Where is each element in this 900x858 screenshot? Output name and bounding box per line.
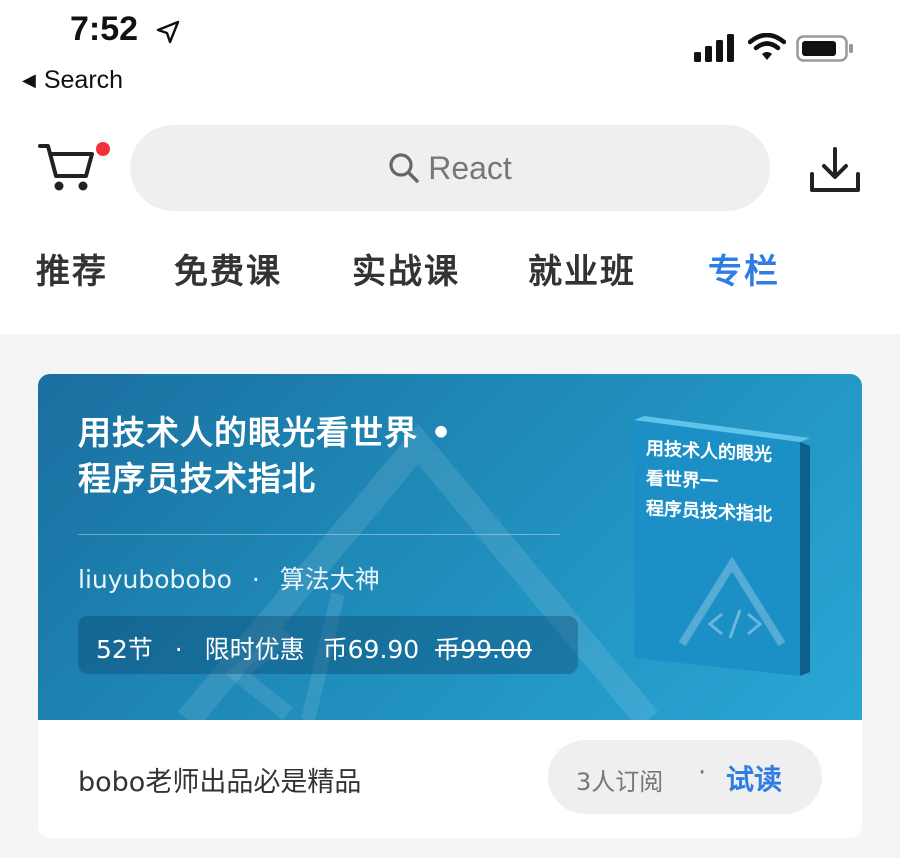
status-bar: 7:52 ◀ Search: [0, 0, 900, 110]
card-slogan: bobo老师出品必是精品: [78, 767, 362, 798]
category-tabs: 推荐 免费课 实战课 就业班 专栏: [0, 244, 900, 308]
action-separator: ·: [698, 758, 707, 788]
lesson-count: 52节: [96, 635, 153, 664]
battery-icon: [796, 35, 853, 62]
column-banner[interactable]: 用技术人的眼光看世界 • 程序员技术指北 liuyubobobo · 算法大神 …: [38, 374, 862, 720]
subscribe-pill: 3人订阅 · 试读: [548, 740, 822, 814]
shopping-cart-icon[interactable]: [38, 140, 98, 194]
card-footer: bobo老师出品必是精品 3人订阅 · 试读: [38, 720, 862, 838]
back-triangle-icon: ◀: [22, 70, 36, 90]
banner-title-line-2: 程序员技术指北: [78, 459, 316, 498]
download-icon[interactable]: [808, 146, 862, 194]
cellular-signal-icon: [694, 34, 734, 62]
price-original: 币99.00: [435, 635, 532, 664]
price-pill: 52节 · 限时优惠 币69.90 币99.00: [78, 616, 578, 674]
subscriber-count: 3人订阅: [576, 768, 664, 796]
back-to-search-link[interactable]: ◀ Search: [22, 66, 123, 95]
banner-divider: [78, 534, 560, 535]
tab-columns[interactable]: 专栏: [708, 244, 780, 293]
back-label: Search: [43, 66, 124, 94]
column-card[interactable]: 用技术人的眼光看世界 • 程序员技术指北 liuyubobobo · 算法大神 …: [38, 374, 862, 838]
tab-practical-courses[interactable]: 实战课: [352, 244, 460, 293]
status-time: 7:52: [70, 10, 139, 48]
promo-separator: ·: [174, 635, 183, 664]
tab-recommended[interactable]: 推荐: [36, 244, 108, 293]
author-name: liuyubobobo: [78, 565, 232, 594]
cart-badge: [96, 142, 110, 156]
wifi-icon: [748, 33, 786, 60]
search-icon: [389, 153, 419, 183]
book-cover-title: 用技术人的眼光 看世界一 程序员技术指北: [646, 434, 796, 532]
author-line: liuyubobobo · 算法大神: [78, 560, 380, 596]
search-input[interactable]: React: [130, 125, 770, 211]
promo-label: 限时优惠: [204, 635, 305, 664]
try-read-button[interactable]: 试读: [726, 758, 782, 798]
banner-title-line-1: 用技术人的眼光看世界 •: [78, 413, 453, 452]
author-separator: ·: [251, 565, 260, 594]
banner-title: 用技术人的眼光看世界 • 程序员技术指北: [78, 410, 558, 502]
location-arrow-icon: [156, 20, 180, 44]
search-placeholder: React: [428, 149, 512, 186]
price-current: 币69.90: [322, 635, 420, 664]
tab-employment-classes[interactable]: 就业班: [528, 244, 636, 293]
author-title: 算法大神: [279, 565, 380, 594]
tab-free-courses[interactable]: 免费课: [174, 244, 282, 293]
